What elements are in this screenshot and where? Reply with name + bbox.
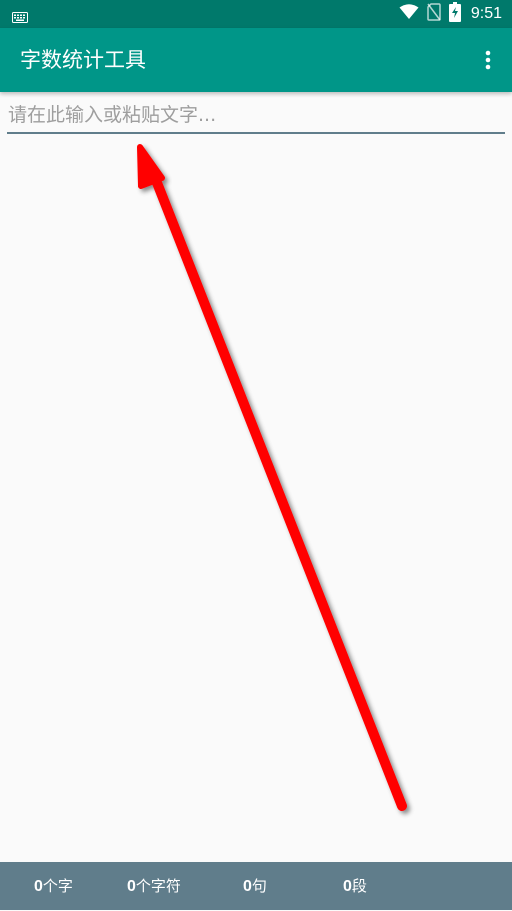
stat-character-count-value: 0 (127, 878, 136, 895)
status-icons: 9:51 (399, 0, 502, 28)
stat-word-count: 0个字 (34, 862, 73, 910)
stat-word-count-unit: 个字 (42, 877, 73, 895)
stat-paragraph-count-unit: 段 (351, 877, 367, 895)
stat-paragraph-count-value: 0 (343, 878, 352, 895)
stat-character-count-unit: 个字符 (135, 877, 181, 895)
stat-sentence-count: 0句 (243, 862, 267, 910)
app-bar: 字数统计工具 (0, 28, 512, 92)
stat-sentence-count-value: 0 (243, 878, 252, 895)
annotation-arrow (137, 144, 407, 811)
text-input[interactable] (7, 102, 505, 134)
stats-bar: 0个字 0个字符 0句 0段 (0, 862, 512, 910)
battery-charging-icon (448, 2, 461, 26)
stat-word-count-value: 0 (34, 878, 43, 895)
no-sim-icon (427, 3, 441, 25)
arrow-shape (137, 144, 407, 811)
stat-sentence-count-unit: 句 (251, 877, 267, 895)
app-title: 字数统计工具 (20, 48, 146, 72)
more-vert-icon[interactable] (476, 44, 500, 76)
stat-character-count: 0个字符 (127, 862, 181, 910)
status-time: 9:51 (470, 5, 502, 22)
wifi-icon (399, 4, 419, 24)
stat-paragraph-count: 0段 (343, 862, 367, 910)
keyboard-icon (12, 8, 28, 27)
status-bar: 9:51 (0, 0, 512, 28)
